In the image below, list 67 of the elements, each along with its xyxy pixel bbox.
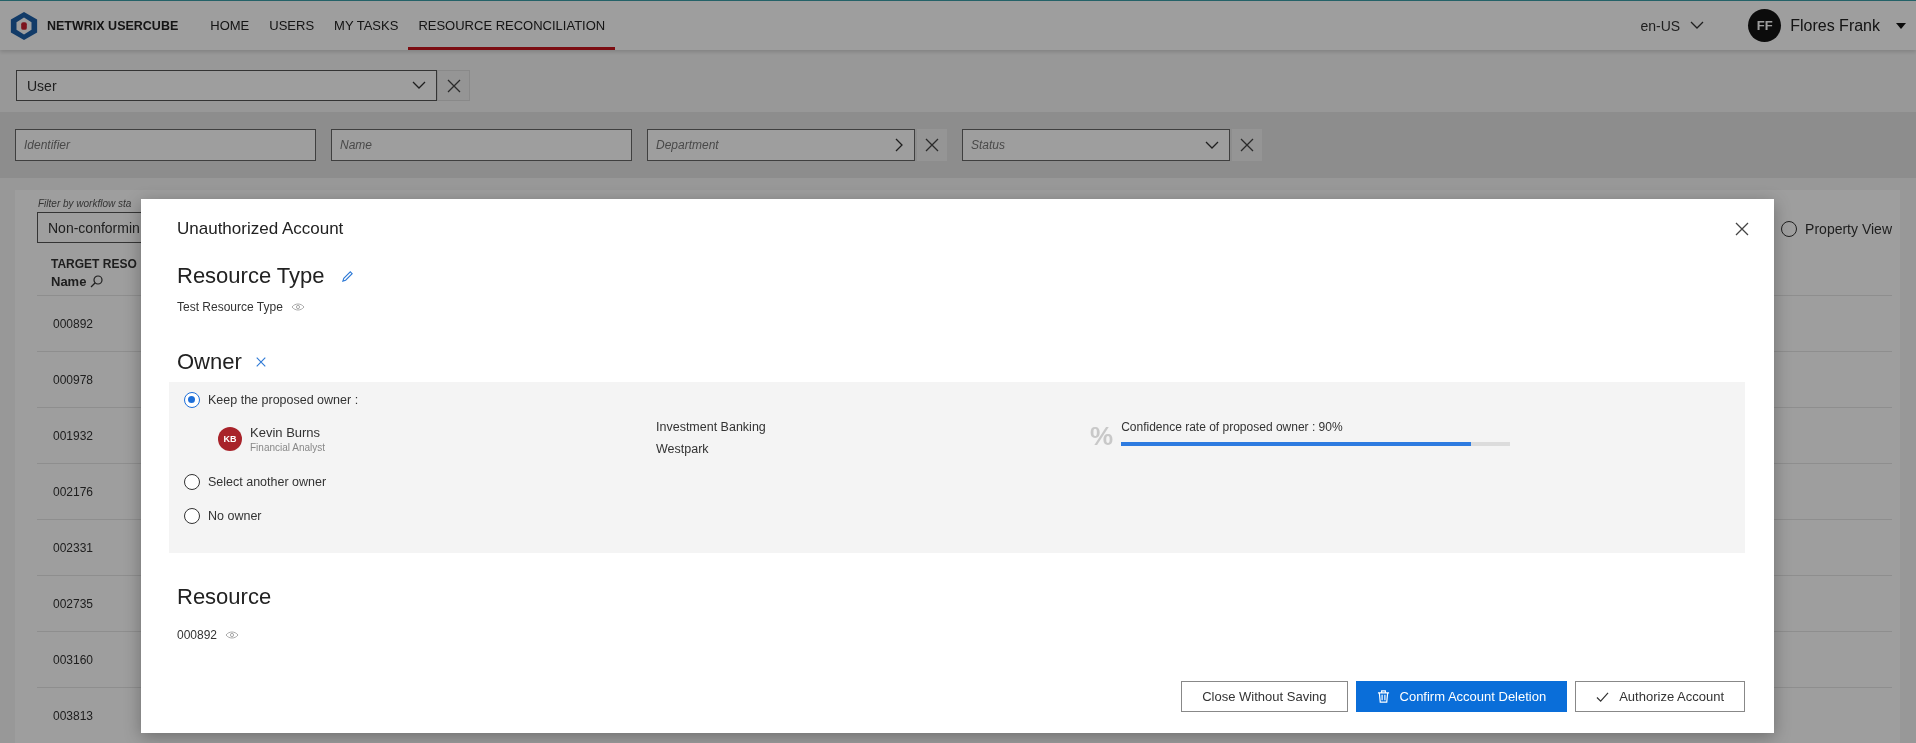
radio-label[interactable]: No owner — [208, 509, 262, 523]
owner-avatar: KB — [218, 427, 242, 451]
filter-field[interactable]: Department — [647, 129, 915, 161]
entity-select[interactable]: User — [16, 70, 437, 101]
nav-tab[interactable]: HOME — [200, 4, 260, 50]
close-icon — [1240, 138, 1254, 152]
pencil-icon[interactable] — [340, 269, 354, 283]
filter-field[interactable]: Status — [962, 129, 1230, 161]
owner-name: Kevin Burns — [250, 424, 322, 441]
radio-label[interactable]: Property View — [1805, 221, 1892, 237]
table-cell: 001932 — [53, 428, 94, 443]
caret-icon[interactable] — [1896, 22, 1906, 29]
trash-icon — [1376, 689, 1390, 704]
user-avatar[interactable]: FF — [1748, 9, 1782, 42]
table-cell: 003813 — [53, 708, 94, 723]
language-select[interactable]: en-US — [1640, 17, 1705, 34]
logo-icon[interactable] — [9, 9, 39, 42]
chevron-down-icon — [1205, 140, 1219, 150]
close-icon — [446, 78, 461, 93]
close-button[interactable] — [1733, 220, 1751, 238]
radio-button[interactable] — [184, 392, 200, 408]
table-cell: 000978 — [53, 372, 94, 387]
radio-button[interactable] — [1781, 221, 1798, 237]
table-cell: 002735 — [53, 596, 94, 611]
table-cell: 002176 — [53, 484, 94, 499]
confidence-label: Confidence rate of proposed owner : 90% — [1121, 419, 1344, 436]
close-without-saving-button[interactable]: Close Without Saving — [1181, 681, 1348, 712]
authorize-button[interactable]: Authorize Account — [1575, 681, 1745, 712]
radio-label[interactable]: Select another owner — [208, 475, 327, 489]
table-cell: 002331 — [53, 540, 94, 555]
clear-icon[interactable] — [255, 357, 266, 367]
close-icon — [925, 138, 939, 152]
owner-department: Investment Banking — [656, 419, 767, 436]
check-icon — [1596, 690, 1610, 703]
filter-field[interactable]: Identifier — [15, 129, 316, 161]
chevron-down-icon — [412, 81, 426, 90]
percent-icon: % — [1090, 421, 1114, 451]
close-icon — [1735, 222, 1749, 236]
radio-button[interactable] — [184, 508, 200, 524]
table-cell: 003160 — [53, 652, 94, 667]
search-icon[interactable] — [90, 275, 104, 288]
nav-tab[interactable]: RESOURCE RECONCILIATION — [408, 4, 616, 50]
column-header[interactable]: Name — [51, 274, 87, 289]
radio-button[interactable] — [184, 474, 200, 490]
column-header: TARGET RESO — [51, 257, 138, 271]
nav-tab[interactable]: MY TASKS — [324, 4, 409, 50]
radio-label[interactable]: Keep the proposed owner : — [208, 393, 359, 407]
brand-name[interactable]: NETWRIX USERCUBE — [47, 18, 179, 33]
owner-title: Financial Analyst — [250, 441, 326, 454]
chevron-right-icon — [895, 138, 904, 152]
delete-button[interactable]: Confirm Account Deletion — [1355, 681, 1568, 712]
clear-button[interactable] — [437, 70, 470, 101]
filter-field[interactable]: Name — [331, 129, 632, 161]
section-heading: Resource Type — [177, 262, 325, 290]
filter-label: Filter by workflow sta — [37, 198, 133, 209]
field-value: Test Resource Type — [177, 299, 283, 316]
owner-location: Westpark — [656, 441, 710, 458]
dialog-title: Unauthorized Account — [177, 218, 344, 240]
field-value: 000892 — [177, 627, 218, 644]
chevron-down-icon — [1690, 21, 1705, 30]
table-cell: 000892 — [53, 316, 94, 331]
section-heading: Resource — [177, 583, 272, 611]
clear-button[interactable] — [1232, 129, 1262, 161]
clear-button[interactable] — [917, 129, 947, 161]
nav-tab[interactable]: USERS — [259, 4, 325, 50]
user-name[interactable]: Flores Frank — [1790, 16, 1880, 35]
section-heading: Owner — [177, 348, 242, 376]
